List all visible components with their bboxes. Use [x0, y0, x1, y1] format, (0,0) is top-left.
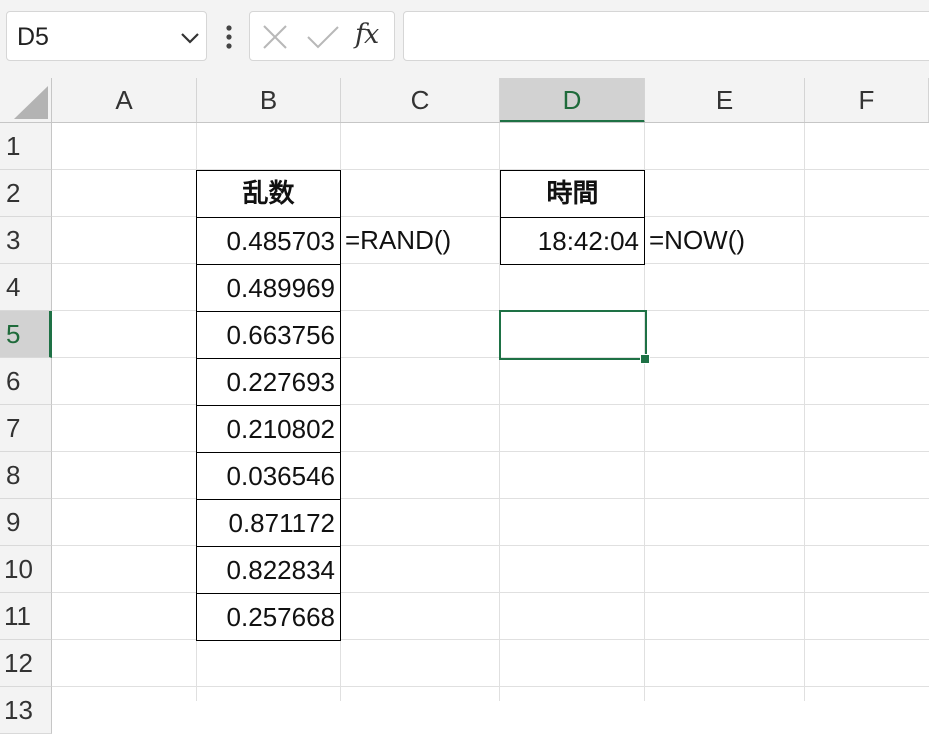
cell-b4[interactable]: 0.489969: [196, 264, 341, 312]
row-header-5[interactable]: 5: [0, 311, 52, 358]
gridline: [52, 357, 929, 358]
column-header-b[interactable]: B: [197, 78, 341, 123]
gridline: [52, 545, 929, 546]
chevron-down-icon[interactable]: [179, 27, 201, 49]
cell-c3[interactable]: =RAND(): [341, 217, 500, 264]
name-box-value[interactable]: D5: [17, 23, 49, 52]
gridline: [52, 310, 929, 311]
gridline: [52, 404, 929, 405]
active-cell-d5[interactable]: [499, 310, 647, 360]
gridline: [52, 498, 929, 499]
cell-b8[interactable]: 0.036546: [196, 452, 341, 500]
column-header-f[interactable]: F: [805, 78, 929, 123]
insert-function-icon[interactable]: fx: [355, 19, 379, 50]
cancel-icon[interactable]: [262, 24, 288, 50]
cell-b5[interactable]: 0.663756: [196, 311, 341, 359]
row-header-1[interactable]: 1: [0, 123, 52, 170]
cell-b3[interactable]: 0.485703: [196, 217, 341, 265]
row-header-4[interactable]: 4: [0, 264, 52, 311]
cell-b11[interactable]: 0.257668: [196, 593, 341, 641]
row-header-13[interactable]: 13: [0, 687, 52, 734]
row-header-6[interactable]: 6: [0, 358, 52, 405]
row-header-8[interactable]: 8: [0, 452, 52, 499]
confirm-check-icon[interactable]: [306, 24, 340, 50]
gridline: [804, 123, 805, 701]
column-header-c[interactable]: C: [341, 78, 500, 123]
row-header-7[interactable]: 7: [0, 405, 52, 452]
cell-d2[interactable]: 時間: [500, 170, 645, 218]
gridline: [52, 451, 929, 452]
cell-b9[interactable]: 0.871172: [196, 499, 341, 547]
select-all-button[interactable]: [0, 78, 52, 123]
column-header-e[interactable]: E: [645, 78, 805, 123]
more-dots-icon[interactable]: [222, 24, 236, 50]
row-header-11[interactable]: 11: [0, 593, 52, 640]
header-divider: [0, 122, 929, 123]
cell-b6[interactable]: 0.227693: [196, 358, 341, 406]
formula-actions: fx: [249, 11, 395, 61]
gridline: [52, 686, 929, 687]
row-header-12[interactable]: 12: [0, 640, 52, 687]
fill-handle[interactable]: [640, 354, 650, 364]
row-header-9[interactable]: 9: [0, 499, 52, 546]
column-header-d[interactable]: D: [500, 78, 645, 123]
cell-e3[interactable]: =NOW(): [645, 217, 805, 264]
cell-b10[interactable]: 0.822834: [196, 546, 341, 594]
gridline: [52, 639, 929, 640]
cell-b7[interactable]: 0.210802: [196, 405, 341, 453]
gridline: [52, 169, 929, 170]
select-all-icon: [14, 86, 48, 119]
formula-input[interactable]: [403, 11, 929, 61]
row-header-2[interactable]: 2: [0, 170, 52, 217]
column-header-a[interactable]: A: [52, 78, 197, 123]
row-header-10[interactable]: 10: [0, 546, 52, 593]
name-box[interactable]: D5: [6, 11, 207, 61]
gridline: [52, 592, 929, 593]
row-header-3[interactable]: 3: [0, 217, 52, 264]
cell-d3[interactable]: 18:42:04: [500, 217, 645, 265]
formula-toolbar: D5 fx: [0, 0, 929, 78]
cell-b2[interactable]: 乱数: [196, 170, 341, 218]
